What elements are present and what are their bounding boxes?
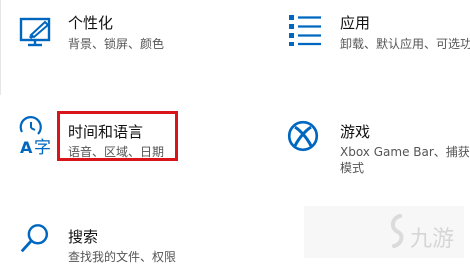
tile-title: 搜索	[68, 228, 99, 246]
tile-title: 游戏	[340, 123, 371, 141]
watermark-logo: 九游	[304, 206, 464, 258]
time-language-icon: A 字	[19, 116, 51, 156]
svg-text:九游: 九游	[410, 227, 454, 252]
tile-description: 卸载、默认应用、可选功	[340, 37, 470, 51]
settings-page: 个性化 背景、锁屏、颜色 应用 卸载、默认应用、可选功 A 字 时间和语言 语音…	[0, 0, 470, 266]
tile-personalization[interactable]: 个性化 背景、锁屏、颜色	[16, 12, 216, 62]
highlight-box	[57, 111, 178, 161]
svg-text:字: 字	[34, 138, 51, 156]
svg-text:A: A	[20, 138, 33, 156]
tile-apps[interactable]: 应用 卸载、默认应用、可选功	[285, 12, 470, 62]
tile-description-line1: Xbox Game Bar、捕获、	[340, 145, 470, 159]
tile-title: 应用	[340, 14, 371, 32]
tile-description: 背景、锁屏、颜色	[68, 37, 165, 51]
tile-description-line2: 模式	[340, 161, 365, 175]
tile-description: 查找我的文件、权限	[68, 250, 177, 264]
apps-list-icon	[289, 15, 321, 46]
tile-search[interactable]: 搜索 查找我的文件、权限	[16, 222, 216, 266]
tile-divider	[0, 0, 1, 95]
tile-title: 个性化	[68, 14, 114, 32]
tile-gaming[interactable]: 游戏 Xbox Game Bar、捕获、 模式	[287, 116, 470, 176]
personalization-icon	[19, 17, 51, 47]
search-icon	[20, 224, 49, 253]
xbox-icon	[287, 120, 319, 152]
